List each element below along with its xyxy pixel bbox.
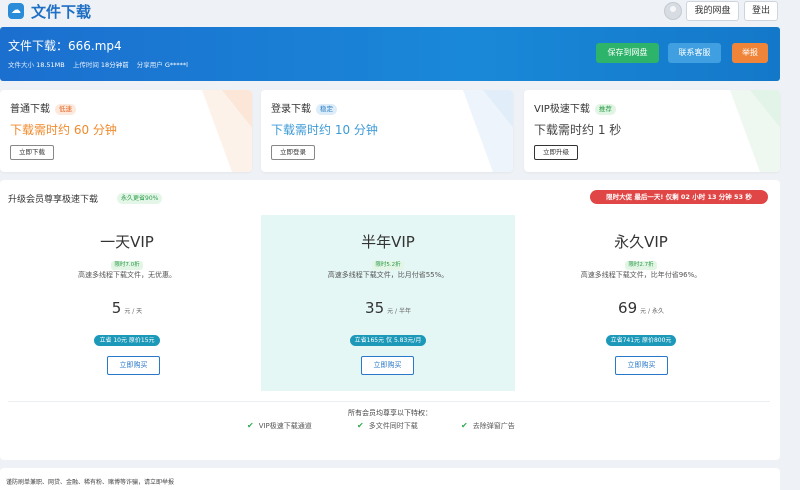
tier-price: 5元 / 天 (111, 299, 143, 317)
privileges-title: 所有会员均尊享以下特权： (348, 409, 432, 417)
download-now-button[interactable]: 立即下载 (10, 145, 54, 160)
tier-save: 立省741元 原价800元 (605, 335, 677, 346)
plan-card-vip: VIP极速下载 推荐 下载需时约 1 秒 立即升级 (524, 90, 780, 172)
tier-desc: 高速多线程下载文件，比年付省96%。 (580, 271, 702, 279)
file-banner: 文件下载：666.mp4 文件大小 18.51MB 上传时间 18分钟前 分享用… (0, 27, 780, 81)
upgrade-section: 升级会员尊享极速下载 永久更省90% 限时大促 最后一天! 仅剩 02 小时 1… (0, 180, 780, 460)
privilege-item: ✔ 多文件同时下载 (357, 421, 418, 430)
countdown-badge: 限时大促 最后一天! 仅剩 02 小时 13 分钟 53 秒 (590, 190, 768, 204)
upload-time-label: 上传时间 (72, 61, 99, 69)
login-now-button[interactable]: 立即登录 (271, 145, 315, 160)
tier-day: 一天VIP 限时7.0折 高速多线程下载文件，无优惠。 5元 / 天 立省 10… (0, 215, 254, 391)
buy-day-button[interactable]: 立即购买 (107, 356, 160, 375)
tier-name: 一天VIP (100, 233, 154, 251)
save-to-drive-button[interactable]: 保存到网盘 (596, 43, 659, 63)
top-bar: ☁ 文件下载 我的网盘 登出 (0, 0, 800, 22)
check-icon: ✔ (461, 421, 468, 430)
upgrade-badge: 永久更省90% (117, 193, 163, 204)
buy-lifetime-button[interactable]: 立即购买 (615, 356, 668, 375)
plan-card-normal: 普通下载 低速 下载需时约 60 分钟 立即下载 (0, 90, 252, 172)
tier-price: 69 元 / 永久 (618, 299, 664, 317)
site-logo-icon[interactable]: ☁ (8, 3, 24, 19)
card-decoration-icon (730, 90, 780, 172)
tier-save: 立省 10元 原价15元 (94, 335, 160, 346)
card-decoration-icon (463, 90, 513, 172)
plan-time: 下载需时约 10 分钟 (271, 123, 378, 137)
tier-discount: 限时5.2折 (372, 261, 404, 270)
site-title: 文件下载 (31, 3, 92, 21)
plan-time: 下载需时约 60 分钟 (10, 123, 117, 137)
share-user-value: G*****l (164, 61, 188, 69)
plan-tag: 推荐 (594, 104, 616, 115)
fraud-notice-text: 谨防刷单兼职、网贷、金融、稀有粉、赌博等诈骗，请立即举报 (6, 479, 175, 486)
file-meta: 文件大小 18.51MB 上传时间 18分钟前 分享用户 G*****l (8, 59, 194, 69)
tier-name: 半年VIP (361, 233, 415, 251)
plan-tag: 低速 (55, 104, 76, 115)
logout-button[interactable]: 登出 (744, 1, 778, 21)
report-button[interactable]: 举报 (732, 43, 768, 63)
tier-price: 35 元 / 半年 (365, 299, 411, 317)
contact-service-button[interactable]: 联系客服 (668, 43, 721, 63)
tier-discount: 限时2.7折 (625, 261, 657, 270)
fraud-notice: 谨防刷单兼职、网贷、金融、稀有粉、赌博等诈骗，请立即举报 (0, 468, 780, 490)
card-decoration-icon (202, 90, 252, 172)
check-icon: ✔ (357, 421, 364, 430)
tier-lifetime: 永久VIP 限时2.7折 高速多线程下载文件，比年付省96%。 69 元 / 永久… (514, 215, 768, 391)
file-size-value: 18.51MB (36, 61, 65, 69)
plan-tag: 稳定 (316, 104, 337, 115)
plan-card-login: 登录下载 稳定 下载需时约 10 分钟 立即登录 (261, 90, 513, 172)
file-size-label: 文件大小 (8, 61, 34, 69)
my-drive-button[interactable]: 我的网盘 (686, 1, 739, 21)
plan-time: 下载需时约 1 秒 (534, 123, 622, 137)
upload-time-value: 18分钟前 (100, 61, 129, 69)
plan-title: 普通下载 低速 (10, 100, 76, 115)
upgrade-title: 升级会员尊享极速下载 (8, 195, 99, 205)
plan-title: VIP极速下载 推荐 (534, 100, 616, 115)
buy-half-year-button[interactable]: 立即购买 (361, 356, 414, 375)
plan-title: 登录下载 稳定 (271, 100, 337, 115)
tier-desc: 高速多线程下载文件，比月付省55%。 (327, 271, 449, 279)
share-user-label: 分享用户 (136, 61, 163, 69)
file-title: 文件下载：666.mp4 (8, 39, 122, 53)
tier-name: 永久VIP (614, 233, 668, 251)
user-avatar-icon[interactable] (664, 2, 682, 20)
tier-save: 立省165元 仅 5.83元/月 (349, 335, 427, 346)
tier-discount: 限时7.0折 (111, 261, 143, 270)
check-icon: ✔ (247, 421, 254, 430)
privilege-item: ✔ 去除弹窗广告 (461, 421, 515, 430)
divider (8, 401, 770, 402)
upgrade-now-button[interactable]: 立即升级 (534, 145, 578, 160)
tier-desc: 高速多线程下载文件，无优惠。 (78, 271, 176, 279)
privilege-item: ✔ VIP极速下载通道 (247, 421, 312, 430)
tier-half-year: 半年VIP 限时5.2折 高速多线程下载文件，比月付省55%。 35 元 / 半年… (261, 215, 515, 391)
